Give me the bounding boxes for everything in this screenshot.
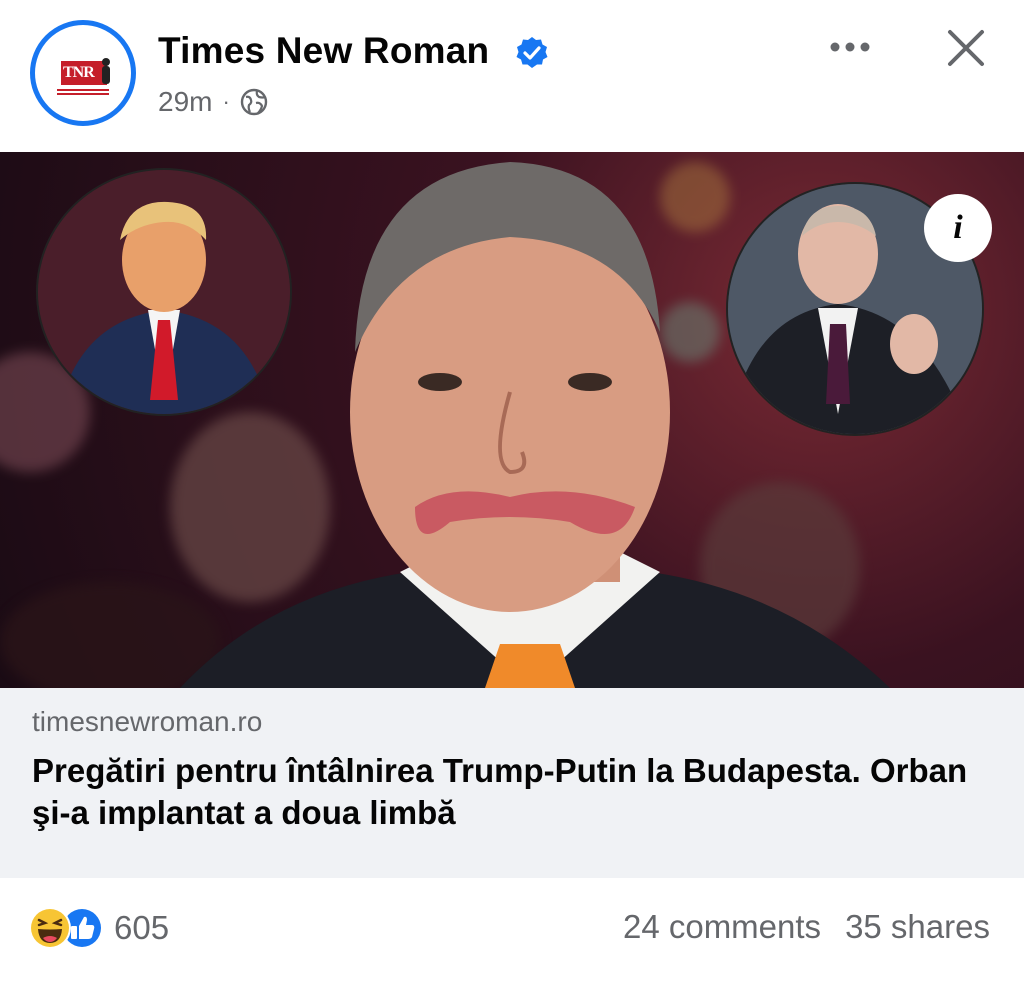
post-footer: 605 24 comments 35 shares bbox=[0, 878, 1024, 983]
haha-reaction-icon bbox=[29, 907, 71, 949]
post-header: TNR Times New Roman 29m · bbox=[0, 0, 1024, 152]
link-headline[interactable]: Pregătiri pentru întâlnirea Trump-Putin … bbox=[32, 750, 992, 834]
post-stats: 24 comments 35 shares bbox=[623, 908, 990, 946]
verified-badge-icon bbox=[516, 37, 548, 68]
shares-count[interactable]: 35 shares bbox=[845, 908, 990, 946]
more-options-icon[interactable] bbox=[828, 40, 872, 54]
reactions-summary[interactable]: 605 bbox=[28, 906, 169, 950]
post-time[interactable]: 29m bbox=[158, 86, 212, 118]
inset-photo-left bbox=[36, 168, 292, 416]
reaction-count: 605 bbox=[114, 909, 170, 946]
page-name[interactable]: Times New Roman bbox=[158, 30, 489, 72]
info-icon[interactable]: i bbox=[924, 194, 992, 262]
link-domain: timesnewroman.ro bbox=[32, 706, 263, 737]
comments-count[interactable]: 24 comments bbox=[623, 908, 821, 946]
close-icon[interactable] bbox=[944, 26, 988, 70]
post-image[interactable]: i bbox=[0, 152, 1024, 688]
tnr-logo: TNR bbox=[41, 31, 125, 115]
page-avatar[interactable]: TNR bbox=[30, 20, 136, 126]
globe-icon bbox=[240, 88, 267, 116]
link-preview[interactable]: timesnewroman.ro Pregătiri pentru întâln… bbox=[0, 688, 1024, 878]
post-meta: 29m · bbox=[158, 86, 268, 118]
logo-figure-icon bbox=[102, 58, 110, 84]
meta-separator: · bbox=[222, 89, 230, 114]
